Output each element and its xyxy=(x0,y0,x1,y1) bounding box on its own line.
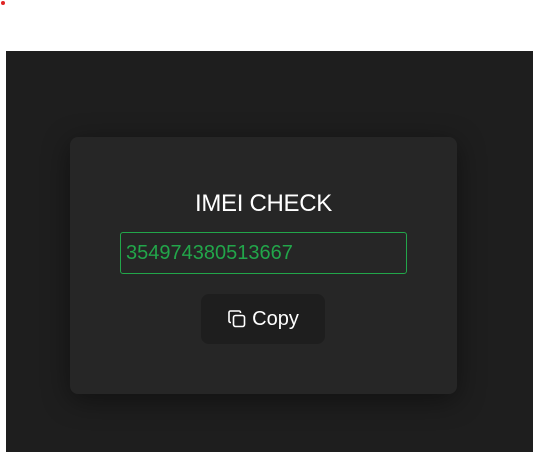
copy-icon xyxy=(227,309,247,329)
copy-button[interactable]: Copy xyxy=(201,294,325,344)
copy-button-label: Copy xyxy=(252,307,299,330)
page-title: IMEI CHECK xyxy=(194,190,333,217)
imei-card: IMEI CHECK Copy xyxy=(70,137,457,394)
corner-dot xyxy=(1,1,5,5)
app-stage: IMEI CHECK Copy xyxy=(6,51,533,452)
imei-input[interactable] xyxy=(120,232,407,274)
